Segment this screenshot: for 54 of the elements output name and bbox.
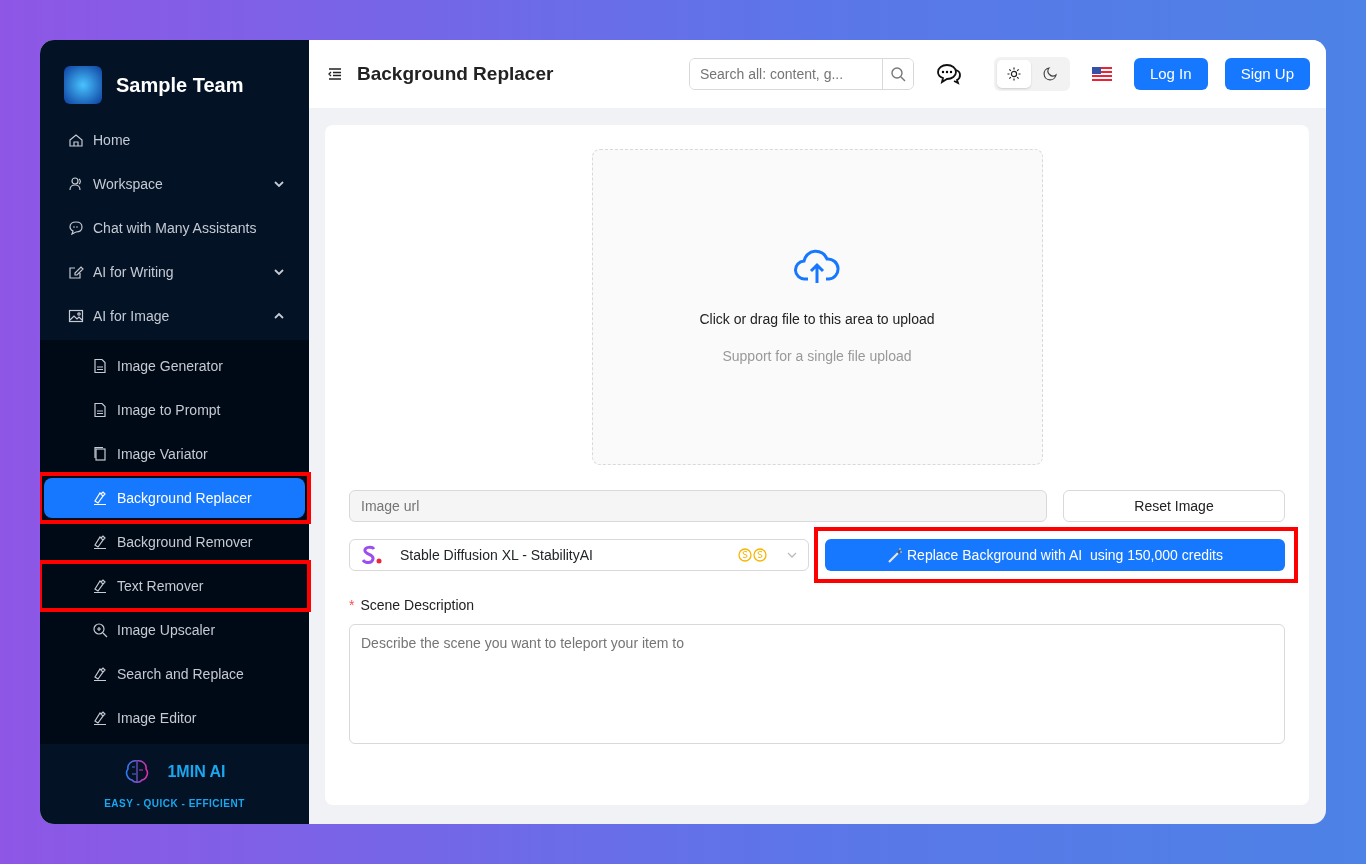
magic-wand-icon — [887, 547, 903, 564]
sidebar-subitem[interactable]: Text Remover — [44, 566, 305, 607]
sidebar-subitem[interactable]: Search and Replace — [44, 654, 305, 695]
brush-icon — [92, 490, 108, 507]
edit-icon — [68, 264, 84, 281]
brush-icon — [92, 578, 108, 595]
sidebar-subitem[interactable]: Image Upscaler — [44, 610, 305, 651]
brush-icon — [92, 666, 108, 683]
sun-icon — [1006, 67, 1021, 81]
moon-icon — [1042, 67, 1057, 81]
reset-image-button[interactable]: Reset Image — [1063, 490, 1285, 522]
upload-hint: Support for a single file upload — [722, 347, 912, 366]
menu-fold-icon[interactable] — [327, 66, 343, 82]
search-field[interactable]: Search all: content, g... — [688, 58, 914, 90]
sidebar-item[interactable]: Home — [44, 120, 305, 161]
sidebar-item[interactable]: AI for Image — [44, 296, 305, 337]
tagline: EASY - QUICK - EFFICIENT — [104, 796, 245, 811]
sidebar-item[interactable]: AI for Writing — [44, 252, 305, 293]
chat-bubbles-icon[interactable] — [935, 62, 962, 86]
us-flag-icon[interactable] — [1091, 67, 1112, 81]
sidebar-subitem[interactable]: Image to Prompt — [44, 390, 305, 431]
replace-background-button[interactable]: Replace Background with AI using 150,000 credits — [825, 539, 1285, 571]
image-icon — [68, 308, 84, 325]
page-title: Background Replacer — [357, 61, 555, 86]
sidebar-subitem[interactable]: Image Variator — [44, 434, 305, 475]
login-button[interactable]: Log In — [1133, 58, 1208, 90]
upload-dropzone[interactable]: Click or drag file to this area to upload Support for a single file upload — [591, 149, 1043, 465]
brush-icon — [92, 534, 108, 551]
team-name: Sample Team — [116, 72, 244, 98]
team-logo-icon — [64, 65, 102, 104]
sidebar-subitem[interactable]: Background Remover — [44, 522, 305, 563]
sidebar-subitem[interactable]: Background Replacer — [44, 478, 305, 519]
sidebar-subitem[interactable]: Image Editor — [44, 698, 305, 739]
file-icon — [92, 402, 108, 419]
brush-icon — [92, 710, 108, 727]
copy-icon — [92, 446, 108, 463]
sidebar-subitem[interactable]: Image Generator — [44, 346, 305, 387]
scene-label: Scene Description — [360, 596, 475, 615]
search-icon[interactable] — [889, 66, 906, 82]
home-icon — [68, 132, 84, 149]
sidebar-item[interactable]: Workspace — [44, 164, 305, 205]
zoom-in-icon — [92, 622, 108, 639]
signup-button[interactable]: Sign Up — [1224, 58, 1310, 90]
theme-toggle-option[interactable] — [996, 60, 1031, 88]
scene-description-field[interactable]: Describe the scene you want to teleport your item to — [349, 624, 1285, 744]
brand-name: 1MIN AI — [167, 761, 226, 782]
sidebar-item[interactable]: Chat with Many Assistants — [44, 208, 305, 249]
chat-icon — [68, 220, 84, 237]
file-icon — [92, 358, 108, 375]
upload-text: Click or drag file to this area to upload — [699, 310, 935, 329]
required-mark: * — [349, 596, 355, 615]
users-icon — [68, 176, 84, 193]
model-name: Stable Diffusion XL - StabilityAI — [400, 545, 594, 565]
model-select[interactable]: Stable Diffusion XL - StabilityAI — [349, 539, 809, 571]
